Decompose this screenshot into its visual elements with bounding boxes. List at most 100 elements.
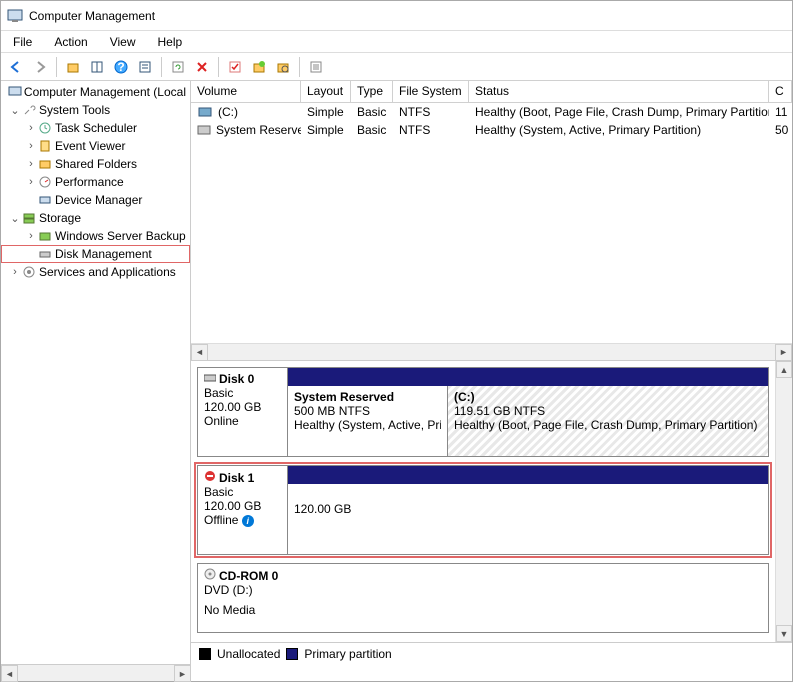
expand-toggle[interactable]: ›	[25, 140, 37, 152]
tree-services[interactable]: Services and Applications	[39, 265, 176, 279]
device-icon	[37, 192, 53, 208]
vol-fs: NTFS	[393, 123, 469, 137]
disk-row[interactable]: Disk 1 Basic 120.00 GB Offline i 120.00 …	[197, 465, 769, 555]
menu-action[interactable]: Action	[46, 33, 95, 51]
col-type[interactable]: Type	[351, 81, 393, 102]
disk-type: Basic	[204, 485, 281, 499]
tree-root[interactable]: Computer Management (Local	[24, 85, 186, 99]
col-fs[interactable]: File System	[393, 81, 469, 102]
partition[interactable]: 120.00 GB	[288, 484, 768, 554]
expand-toggle[interactable]: ›	[25, 158, 37, 170]
disk-type: Basic	[204, 386, 281, 400]
new-button[interactable]	[248, 56, 270, 78]
window-title: Computer Management	[29, 9, 155, 23]
storage-icon	[21, 210, 37, 226]
menu-view[interactable]: View	[102, 33, 144, 51]
expand-toggle[interactable]: ›	[25, 122, 37, 134]
event-icon	[37, 138, 53, 154]
expand-toggle[interactable]: ›	[25, 176, 37, 188]
disk-size: 120.00 GB	[204, 400, 281, 414]
forward-button[interactable]	[29, 56, 51, 78]
partition[interactable]: System Reserved 500 MB NTFS Healthy (Sys…	[288, 386, 448, 456]
scroll-right-icon[interactable]: ►	[174, 665, 191, 682]
disk-state: Online	[204, 414, 281, 428]
disk-icon	[204, 372, 216, 386]
volume-row[interactable]: (C:) Simple Basic NTFS Healthy (Boot, Pa…	[191, 103, 792, 121]
tools-icon	[21, 102, 37, 118]
tree-h-scrollbar[interactable]: ◄►	[1, 664, 191, 681]
disk-row[interactable]: Disk 0 Basic 120.00 GB Online System Res…	[197, 367, 769, 457]
disk-size: 120.00 GB	[204, 499, 281, 513]
vol-name: System Reserved	[216, 123, 301, 137]
tree-device-manager[interactable]: Device Manager	[55, 193, 142, 207]
explore-button[interactable]	[272, 56, 294, 78]
tree-system-tools[interactable]: System Tools	[39, 103, 110, 117]
partition-bar	[288, 466, 768, 484]
tree-performance[interactable]: Performance	[55, 175, 124, 189]
col-layout[interactable]: Layout	[301, 81, 351, 102]
expand-toggle[interactable]: ›	[9, 266, 21, 278]
list-button[interactable]	[305, 56, 327, 78]
tree-task-scheduler[interactable]: Task Scheduler	[55, 121, 137, 135]
disk-info: Disk 0 Basic 120.00 GB Online	[198, 368, 288, 456]
delete-button[interactable]	[191, 56, 213, 78]
part-name: System Reserved	[294, 390, 441, 404]
backup-icon	[37, 228, 53, 244]
scroll-up-icon[interactable]: ▲	[776, 361, 792, 378]
nav-tree[interactable]: Computer Management (Local ⌄ System Tools…	[1, 81, 191, 664]
tree-shared-folders[interactable]: Shared Folders	[55, 157, 137, 171]
menu-file[interactable]: File	[5, 33, 40, 51]
menu-help[interactable]: Help	[150, 33, 191, 51]
tree-disk-management[interactable]: Disk Management	[55, 247, 152, 261]
volume-list[interactable]: Volume Layout Type File System Status C …	[191, 81, 792, 361]
partition[interactable]: (C:) 119.51 GB NTFS Healthy (Boot, Page …	[448, 386, 768, 456]
disk-state: Offline	[204, 513, 238, 527]
h-scrollbar[interactable]: ◄►	[191, 343, 792, 360]
scroll-left-icon[interactable]: ◄	[191, 344, 208, 361]
part-status: Healthy (Boot, Page File, Crash Dump, Pr…	[454, 418, 762, 432]
expand-toggle[interactable]: ›	[25, 230, 37, 242]
volume-row[interactable]: System Reserved Simple Basic NTFS Health…	[191, 121, 792, 139]
clock-icon	[37, 120, 53, 136]
vol-fs: NTFS	[393, 105, 469, 119]
part-size: 119.51 GB NTFS	[454, 404, 762, 418]
tree-event-viewer[interactable]: Event Viewer	[55, 139, 125, 153]
disk-info: Disk 1 Basic 120.00 GB Offline i	[198, 466, 288, 554]
part-size: 120.00 GB	[294, 502, 762, 516]
up-button[interactable]	[62, 56, 84, 78]
checkbox-button[interactable]	[224, 56, 246, 78]
col-volume[interactable]: Volume	[191, 81, 301, 102]
legend-primary-icon	[286, 648, 298, 660]
help-button[interactable]: ?	[110, 56, 132, 78]
title-bar: Computer Management	[1, 1, 792, 31]
v-scrollbar[interactable]: ▲▼	[775, 361, 792, 642]
col-c[interactable]: C	[769, 81, 792, 102]
toolbar: ?	[1, 53, 792, 81]
content-pane: Volume Layout Type File System Status C …	[191, 81, 792, 664]
disk-graphical-view[interactable]: Disk 0 Basic 120.00 GB Online System Res…	[191, 361, 775, 642]
tree-storage[interactable]: Storage	[39, 211, 81, 225]
services-icon	[21, 264, 37, 280]
properties-button[interactable]	[134, 56, 156, 78]
menu-bar: File Action View Help	[1, 31, 792, 53]
legend-unallocated-icon	[199, 648, 211, 660]
refresh-button[interactable]	[167, 56, 189, 78]
disk-row[interactable]: CD-ROM 0 DVD (D:) No Media	[197, 563, 769, 633]
vol-name: (C:)	[218, 105, 238, 119]
tree-backup[interactable]: Windows Server Backup	[55, 229, 186, 243]
back-button[interactable]	[5, 56, 27, 78]
expand-toggle[interactable]: ⌄	[9, 104, 21, 117]
disk-offline-icon	[204, 470, 216, 485]
scroll-right-icon[interactable]: ►	[775, 344, 792, 361]
vol-status: Healthy (System, Active, Primary Partiti…	[469, 123, 769, 137]
show-hide-button[interactable]	[86, 56, 108, 78]
expand-toggle[interactable]: ⌄	[9, 212, 21, 225]
scroll-left-icon[interactable]: ◄	[1, 665, 18, 682]
scroll-down-icon[interactable]: ▼	[776, 625, 792, 642]
vol-layout: Simple	[301, 123, 351, 137]
volume-header[interactable]: Volume Layout Type File System Status C	[191, 81, 792, 103]
col-status[interactable]: Status	[469, 81, 769, 102]
info-icon[interactable]: i	[242, 515, 254, 527]
legend-primary: Primary partition	[304, 647, 391, 661]
legend-unallocated: Unallocated	[217, 647, 280, 661]
